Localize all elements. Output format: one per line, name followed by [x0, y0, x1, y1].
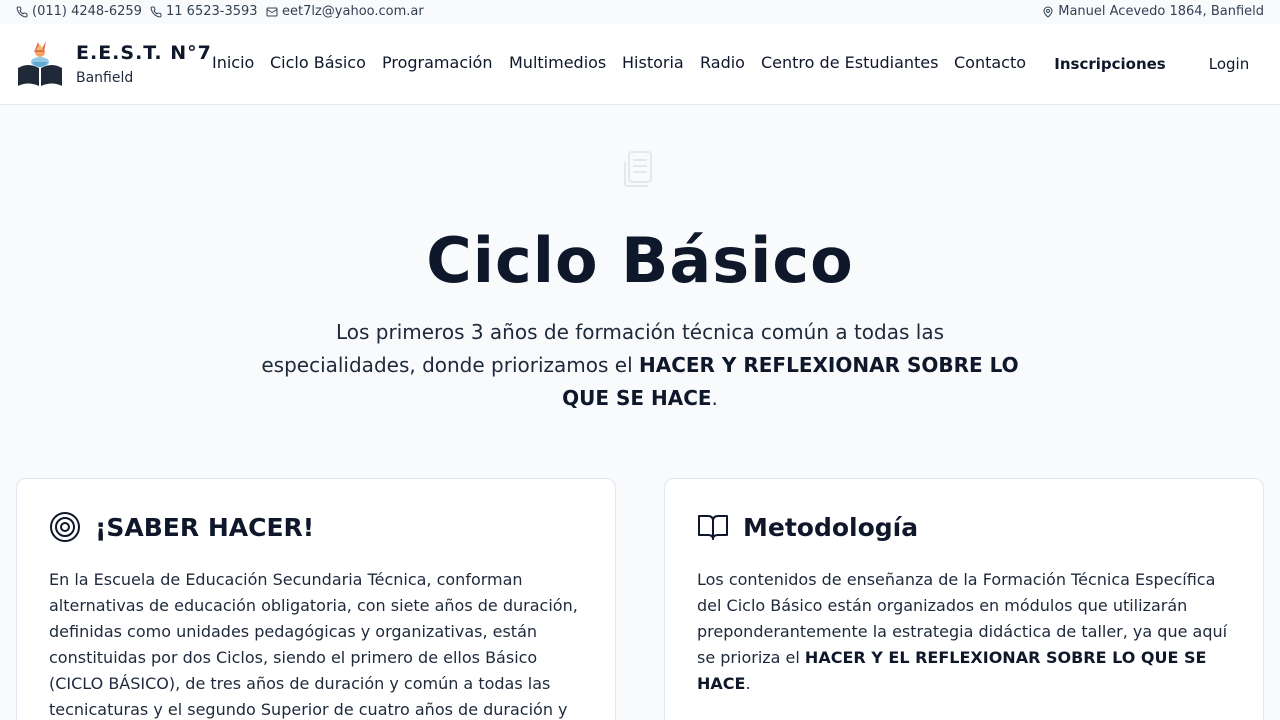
- metodologia-title: Metodología: [743, 512, 919, 542]
- phone-icon: [150, 5, 162, 17]
- saber-hacer-card: ¡SABER HACER! En la Escuela de Educación…: [16, 478, 616, 720]
- page-description: Los primeros 3 años de formación técnica…: [250, 316, 1030, 415]
- site-header: E.E.S.T. N°7 Banfield Inicio Ciclo Básic…: [0, 24, 1280, 105]
- saber-hacer-title: ¡SABER HACER!: [95, 512, 315, 542]
- mail-icon: [266, 7, 278, 16]
- nav-historia[interactable]: Historia: [622, 53, 684, 72]
- document-icon: [619, 148, 661, 190]
- nav-multimedios[interactable]: Multimedios: [509, 53, 606, 72]
- school-logo-image: [18, 41, 62, 86]
- open-book-icon: [698, 515, 728, 540]
- page-description-line2: especialidades, donde priorizamos el: [261, 353, 639, 377]
- metodologia-text-end: .: [745, 674, 751, 693]
- metodologia-text: Los contenidos de enseñanza de la Formac…: [697, 567, 1237, 697]
- page-title: Ciclo Básico: [426, 224, 854, 297]
- target-icon: [50, 512, 80, 542]
- school-logo[interactable]: [16, 38, 64, 90]
- mobile-contact[interactable]: 11 6523-3593: [150, 4, 258, 19]
- page-description-line1: Los primeros 3 años de formación técnica…: [335, 320, 945, 344]
- saber-hacer-header: ¡SABER HACER!: [49, 511, 314, 543]
- nav-centro-estudiantes[interactable]: Centro de Estudiantes: [761, 53, 938, 72]
- metodologia-card: Metodología Los contenidos de enseñanza …: [664, 478, 1264, 720]
- phone-icon: [16, 5, 28, 17]
- nav-ciclo-basico[interactable]: Ciclo Básico: [270, 53, 366, 72]
- nav-inicio[interactable]: Inicio: [212, 53, 254, 72]
- login-button[interactable]: Login: [1196, 46, 1262, 82]
- nav-programacion[interactable]: Programación: [382, 53, 492, 72]
- brand-name[interactable]: E.E.S.T. N°7: [76, 42, 212, 64]
- address-contact[interactable]: Manuel Acevedo 1864, Banfield: [1042, 4, 1264, 19]
- phone-number-2: 11 6523-3593: [166, 4, 258, 19]
- metodologia-header: Metodología: [697, 511, 918, 543]
- inscripciones-button[interactable]: Inscripciones: [1045, 46, 1175, 82]
- saber-hacer-text: En la Escuela de Educación Secundaria Té…: [49, 570, 578, 719]
- brand-location: Banfield: [76, 70, 134, 86]
- top-info-bar: (011) 4248-6259 11 6523-3593 eet7lz@yaho…: [0, 0, 1280, 24]
- phone-contact[interactable]: (011) 4248-6259: [16, 4, 142, 19]
- page-description-end: .: [711, 386, 718, 410]
- nav-radio[interactable]: Radio: [700, 53, 745, 72]
- address-text: Manuel Acevedo 1864, Banfield: [1058, 4, 1264, 19]
- email-contact[interactable]: eet7lz@yahoo.com.ar: [266, 4, 424, 19]
- map-pin-icon: [1043, 6, 1053, 17]
- nav-contacto[interactable]: Contacto: [954, 53, 1026, 72]
- phone-number-1: (011) 4248-6259: [32, 4, 142, 19]
- email-address: eet7lz@yahoo.com.ar: [282, 4, 424, 19]
